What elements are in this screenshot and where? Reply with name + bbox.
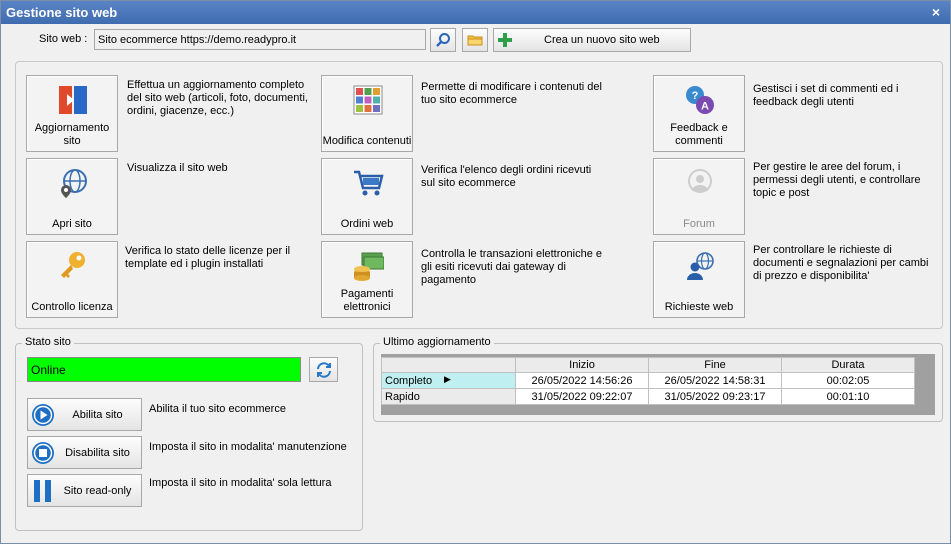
- fine-cell[interactable]: 26/05/2022 14:58:31: [648, 372, 782, 389]
- readonly-desc: Imposta il sito in modalita' sola lettur…: [149, 477, 332, 489]
- tile-label: Richieste web: [664, 301, 734, 313]
- column-header[interactable]: Durata: [781, 357, 915, 373]
- speech-bubbles-icon: ?A: [686, 86, 714, 114]
- grid-corner: [381, 357, 516, 373]
- richieste-desc: Per controllare le richieste di document…: [753, 244, 929, 282]
- tile-label: Forum: [683, 218, 715, 230]
- svg-text:A: A: [701, 101, 709, 113]
- tile-label: Apri sito: [52, 218, 92, 230]
- cart-icon: [354, 170, 384, 196]
- enable-site-button[interactable]: Abilita sito: [27, 398, 142, 431]
- table-row[interactable]: Completo ▶ 26/05/2022 14:56:26 26/05/202…: [381, 372, 915, 389]
- tile-label: Pagamenti elettronici: [340, 288, 394, 313]
- row-pointer-icon: ▶: [444, 374, 451, 384]
- update-icon: [59, 86, 87, 114]
- apri-sito-tile[interactable]: Apri sito: [26, 158, 118, 235]
- feedback-desc: Gestisci i set di commenti ed i feedback…: [753, 83, 899, 108]
- richieste-web-tile[interactable]: Richieste web: [653, 241, 745, 318]
- forum-tile[interactable]: Forum: [653, 158, 745, 235]
- open-folder-button[interactable]: [462, 28, 488, 52]
- licenza-desc: Verifica lo stato delle licenze per il t…: [125, 245, 291, 270]
- disable-label: Disabilita sito: [65, 447, 130, 459]
- play-icon: [32, 404, 54, 426]
- pagamenti-elettronici-tile[interactable]: Pagamenti elettronici: [321, 241, 413, 318]
- row-name: Rapido: [385, 390, 420, 403]
- ordini-web-tile[interactable]: Ordini web: [321, 158, 413, 235]
- update-grid-area: Inizio Fine Durata Completo ▶ 26/05/2022…: [381, 354, 935, 415]
- row-name: Completo: [385, 374, 433, 387]
- pagamenti-desc: Controlla le transazioni elettroniche e …: [421, 248, 602, 286]
- new-site-label: Crea un nuovo sito web: [544, 34, 660, 46]
- column-header[interactable]: Fine: [648, 357, 782, 373]
- stato-sito-title: Stato sito: [22, 336, 74, 348]
- aggiornamento-desc: Effettua un aggiornamento completo del s…: [127, 79, 308, 117]
- refresh-button[interactable]: [309, 357, 338, 382]
- new-site-button[interactable]: Crea un nuovo sito web: [493, 28, 691, 52]
- titlebar: Gestione sito web ×: [1, 1, 950, 24]
- search-icon: [436, 33, 450, 47]
- enable-desc: Abilita il tuo sito ecommerce: [149, 403, 286, 415]
- money-coins-icon: [354, 252, 384, 281]
- enable-label: Abilita sito: [72, 409, 123, 421]
- site-label: Sito web :: [39, 33, 88, 45]
- content-grid-icon: [353, 85, 383, 115]
- controllo-licenza-tile[interactable]: Controllo licenza: [26, 241, 118, 318]
- refresh-icon: [316, 361, 331, 378]
- tile-label: Aggiornamento sito: [34, 122, 110, 147]
- forum-icon: [688, 169, 712, 193]
- durata-cell[interactable]: 00:02:05: [781, 372, 915, 389]
- durata-cell[interactable]: 00:01:10: [781, 388, 915, 405]
- site-input[interactable]: [94, 29, 426, 50]
- folder-icon: [467, 35, 483, 46]
- tile-label: Feedback e commenti: [670, 122, 728, 147]
- window: Gestione sito web × Sito web : Crea un n…: [0, 0, 951, 544]
- row-header[interactable]: Completo ▶: [381, 372, 516, 389]
- aggiornamento-sito-tile[interactable]: Aggiornamento sito: [26, 75, 118, 152]
- plus-icon: [498, 33, 512, 47]
- fine-cell[interactable]: 31/05/2022 09:23:17: [648, 388, 782, 405]
- modifica-contenuti-tile[interactable]: Modifica contenuti: [321, 75, 413, 152]
- contenuti-desc: Permette di modificare i contenuti del t…: [421, 81, 602, 106]
- ultimo-aggiornamento-title: Ultimo aggiornamento: [380, 336, 494, 348]
- column-header[interactable]: Inizio: [515, 357, 649, 373]
- disable-site-button[interactable]: Disabilita sito: [27, 436, 142, 469]
- update-grid: Inizio Fine Durata Completo ▶ 26/05/2022…: [381, 357, 915, 405]
- pause-icon: [34, 480, 51, 502]
- tile-label: Controllo licenza: [31, 301, 113, 313]
- search-button[interactable]: [430, 28, 456, 52]
- grid-header-row: Inizio Fine Durata: [381, 357, 915, 373]
- row-header[interactable]: Rapido: [381, 388, 516, 405]
- readonly-label: Sito read-only: [63, 485, 132, 497]
- tile-label: Modifica contenuti: [322, 135, 412, 147]
- stop-icon: [32, 442, 54, 464]
- inizio-cell[interactable]: 26/05/2022 14:56:26: [515, 372, 649, 389]
- forum-desc: Per gestire le aree del forum, i permess…: [753, 161, 921, 199]
- close-button[interactable]: ×: [928, 2, 944, 22]
- ordini-desc: Verifica l'elenco degli ordini ricevuti …: [421, 164, 592, 189]
- tile-label: Ordini web: [340, 218, 394, 230]
- disable-desc: Imposta il sito in modalita' manutenzion…: [149, 441, 347, 453]
- apri-desc: Visualizza il sito web: [127, 162, 228, 174]
- key-icon: [61, 252, 85, 278]
- readonly-site-button[interactable]: Sito read-only: [27, 474, 142, 507]
- feedback-commenti-tile[interactable]: ? A Feedback e commenti: [653, 75, 745, 152]
- inizio-cell[interactable]: 31/05/2022 09:22:07: [515, 388, 649, 405]
- status-indicator: Online: [27, 357, 301, 382]
- user-globe-icon: [687, 252, 714, 280]
- table-row[interactable]: Rapido 31/05/2022 09:22:07 31/05/2022 09…: [381, 388, 915, 405]
- globe-pin-icon: [61, 169, 87, 198]
- window-title: Gestione sito web: [6, 5, 118, 20]
